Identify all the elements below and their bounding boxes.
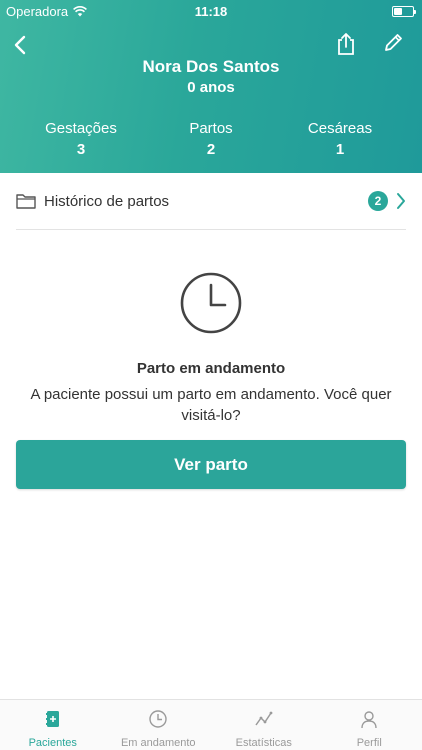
stat-births: Partos 2 bbox=[141, 120, 281, 158]
user-icon bbox=[361, 711, 377, 729]
stat-value: 2 bbox=[206, 141, 216, 158]
stat-value: 1 bbox=[335, 141, 345, 158]
stat-label: Partos bbox=[189, 120, 233, 137]
status-time: 11:18 bbox=[194, 4, 228, 19]
share-icon[interactable] bbox=[335, 32, 357, 56]
edit-pencil-icon[interactable] bbox=[382, 32, 404, 54]
history-count-badge: 2 bbox=[368, 191, 388, 211]
tab-profile[interactable]: Perfil bbox=[317, 700, 422, 750]
clock-icon bbox=[180, 272, 242, 334]
folder-icon bbox=[16, 194, 36, 209]
back-arrow-icon[interactable] bbox=[10, 34, 32, 56]
tab-label: Em andamento bbox=[120, 737, 196, 749]
tab-label: Pacientes bbox=[28, 737, 77, 749]
in-progress-description: A paciente possui um parto em andamento.… bbox=[30, 386, 392, 424]
stat-label: Cesáreas bbox=[307, 120, 373, 137]
tab-label: Perfil bbox=[356, 737, 382, 749]
patient-header: Operadora 11:18 Nora Dos Santos 0 anos G… bbox=[0, 0, 422, 173]
stat-cesareans: Cesáreas 1 bbox=[270, 120, 410, 158]
view-birth-button[interactable]: Ver parto bbox=[16, 440, 406, 489]
tab-label: Estatísticas bbox=[235, 737, 292, 749]
chevron-right-icon bbox=[397, 193, 405, 209]
patient-name: Nora Dos Santos bbox=[142, 57, 280, 76]
stat-label: Gestações bbox=[45, 120, 117, 137]
stat-value: 3 bbox=[76, 141, 86, 158]
patient-age: 0 anos bbox=[187, 79, 235, 96]
stats-line-icon bbox=[255, 711, 273, 726]
tab-in-progress[interactable]: Em andamento bbox=[106, 700, 212, 750]
tab-bar: Pacientes Em andamento Estatísticas Perf… bbox=[0, 699, 422, 750]
tab-statistics[interactable]: Estatísticas bbox=[211, 700, 317, 750]
in-progress-title: Parto em andamento bbox=[136, 360, 286, 377]
status-bar: Operadora 11:18 bbox=[0, 0, 422, 22]
patients-book-icon bbox=[45, 711, 59, 727]
clock-icon bbox=[149, 710, 167, 728]
birth-history-label: Histórico de partos bbox=[44, 192, 170, 210]
birth-history-row[interactable]: Histórico de partos 2 bbox=[16, 173, 406, 230]
battery-icon bbox=[392, 6, 416, 17]
stat-gestations: Gestações 3 bbox=[11, 120, 151, 158]
tab-patients[interactable]: Pacientes bbox=[0, 700, 106, 750]
